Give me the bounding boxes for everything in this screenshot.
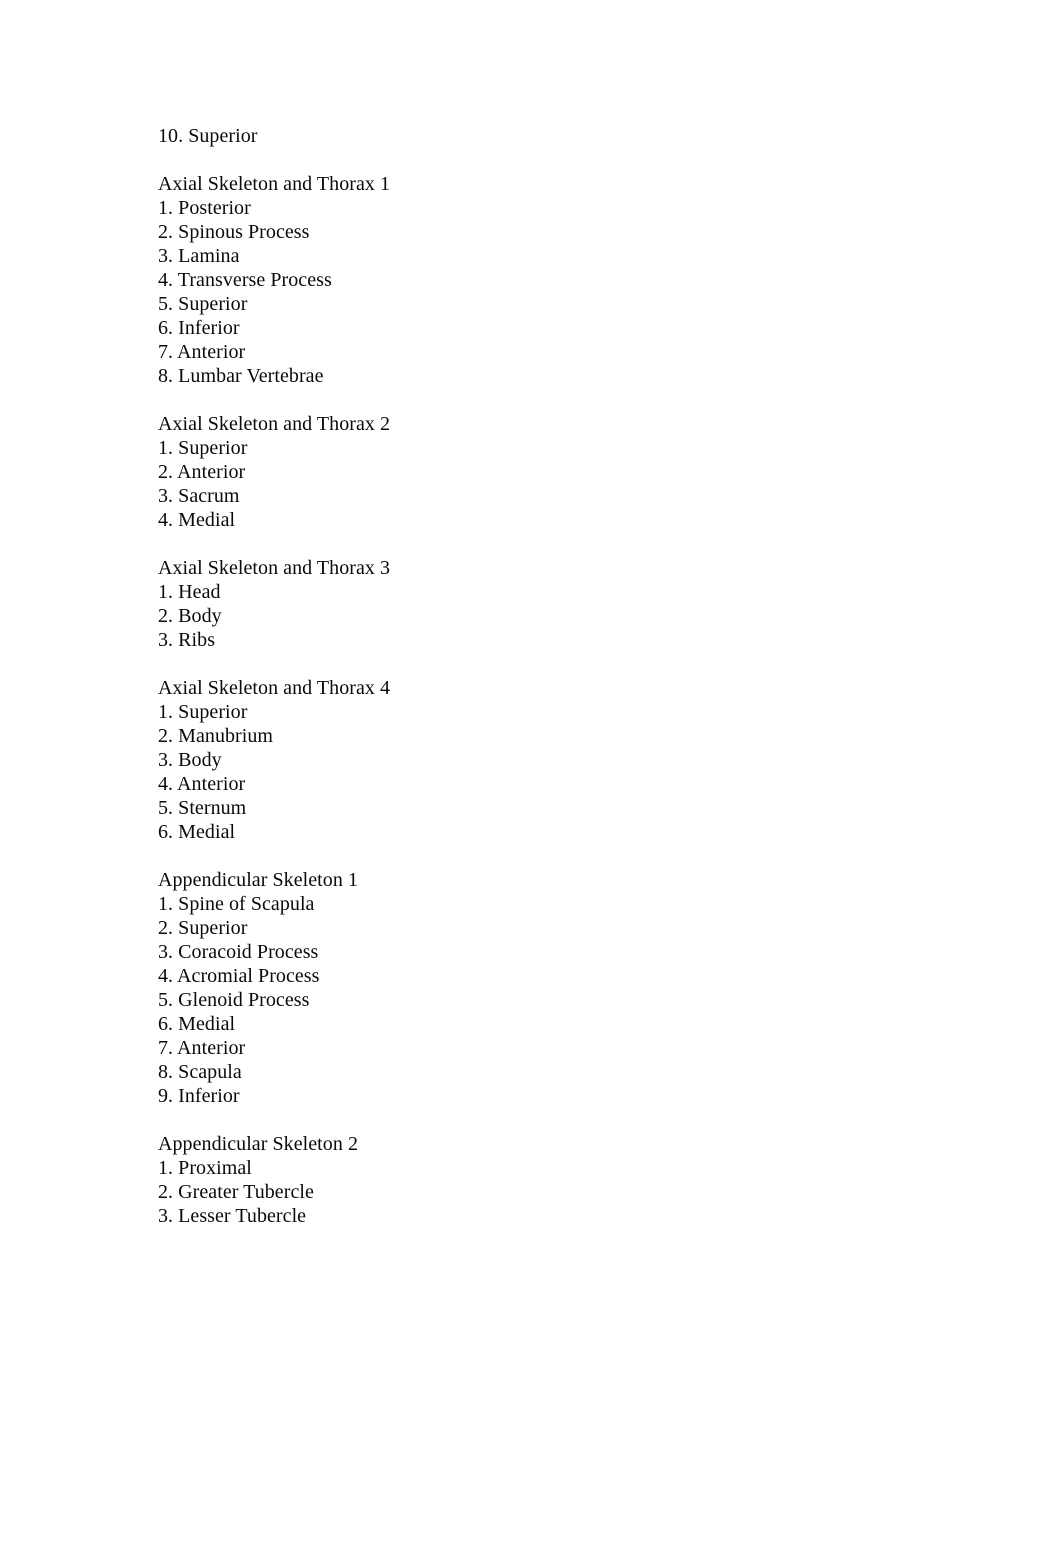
answer-line: 7. Anterior xyxy=(158,341,246,363)
section-heading: Appendicular Skeleton 2 xyxy=(158,1133,358,1155)
answer-line: 5. Sternum xyxy=(158,797,247,819)
answer-line: 5. Superior xyxy=(158,293,248,315)
answer-line: 2. Manubrium xyxy=(158,725,274,747)
answer-line: 2. Superior xyxy=(158,917,248,939)
answer-line: 1. Posterior xyxy=(158,197,251,219)
answer-line: 4. Transverse Process xyxy=(158,269,332,291)
document-section: 10. Superior xyxy=(158,124,1062,148)
answer-line: 5. Glenoid Process xyxy=(158,989,310,1011)
answer-line: 9. Inferior xyxy=(158,1085,240,1107)
document-section: Axial Skeleton and Thorax 3 1. Head 2. Bod… xyxy=(158,556,1062,652)
answer-line: 3. Lamina xyxy=(158,245,240,267)
answer-line: 8. Lumbar Vertebrae xyxy=(158,365,324,387)
answer-line: 10. Superior xyxy=(158,125,258,147)
document-page: 10. Superior Axial Skeleton and Thorax 11… xyxy=(0,0,1062,1561)
section-heading: Axial Skeleton and Thorax 1 xyxy=(158,173,391,195)
section-heading: Axial Skeleton and Thorax 3 xyxy=(158,557,391,579)
answer-line: 2. Spinous Process xyxy=(158,221,310,243)
document-section: Appendicular Skeleton 1 1. Spine of Scapu… xyxy=(158,868,1062,1108)
answer-line: 3. Lesser Tubercle xyxy=(158,1205,307,1227)
document-section: Axial Skeleton and Thorax 1 1. Posterior 2… xyxy=(158,172,1062,388)
answer-line: 2. Anterior xyxy=(158,461,246,483)
answer-line: 1. Spine of Scapula xyxy=(158,893,315,915)
answer-line: 6. Medial xyxy=(158,1013,236,1035)
answer-line: 4. Anterior xyxy=(158,773,246,795)
section-heading: Axial Skeleton and Thorax 2 xyxy=(158,413,391,435)
document-section: Appendicular Skeleton 2 1. Proximal 2. Gre… xyxy=(158,1132,1062,1228)
answer-line: 1. Superior xyxy=(158,437,248,459)
answer-line: 1. Head xyxy=(158,581,221,603)
answer-line: 6. Inferior xyxy=(158,317,240,339)
answer-line: 1. Proximal xyxy=(158,1157,252,1179)
document-text-body: 10. Superior Axial Skeleton and Thorax 11… xyxy=(158,124,1062,1228)
answer-line: 3. Ribs xyxy=(158,629,216,651)
section-heading: Axial Skeleton and Thorax 4 xyxy=(158,677,391,699)
answer-line: 1. Superior xyxy=(158,701,248,723)
document-section: Axial Skeleton and Thorax 2 1. Superior 2.… xyxy=(158,412,1062,532)
answer-line: 3. Sacrum xyxy=(158,485,240,507)
answer-line: 2. Body xyxy=(158,605,222,627)
answer-line: 2. Greater Tubercle xyxy=(158,1181,314,1203)
answer-line: 4. Medial xyxy=(158,509,236,531)
answer-line: 8. Scapula xyxy=(158,1061,242,1083)
answer-line: 7. Anterior xyxy=(158,1037,246,1059)
answer-line: 6. Medial xyxy=(158,821,236,843)
document-section: Axial Skeleton and Thorax 4 1. Superior 2.… xyxy=(158,676,1062,844)
answer-line: 3. Coracoid Process xyxy=(158,941,319,963)
answer-line: 3. Body xyxy=(158,749,222,771)
section-heading: Appendicular Skeleton 1 xyxy=(158,869,358,891)
answer-line: 4. Acromial Process xyxy=(158,965,320,987)
